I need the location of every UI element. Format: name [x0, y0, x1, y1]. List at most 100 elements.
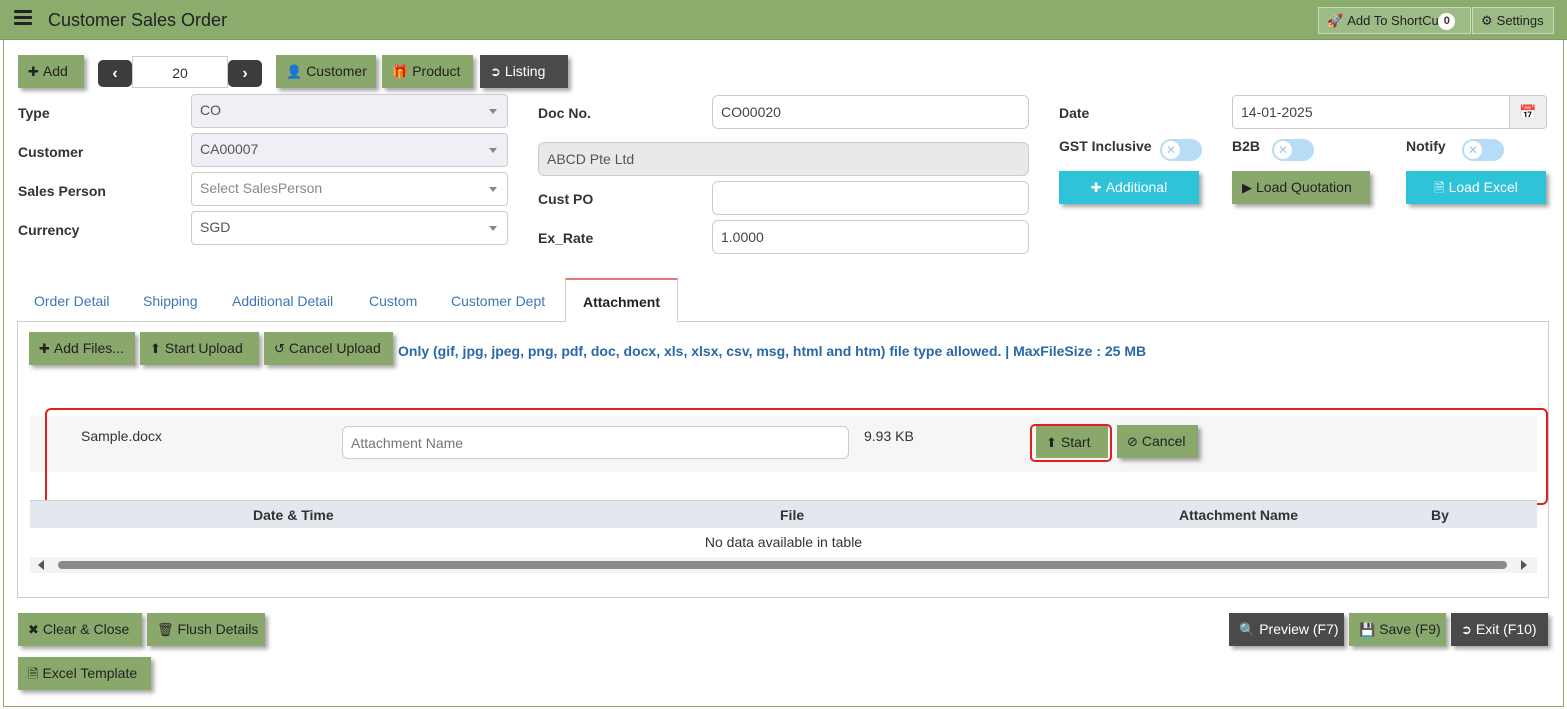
- doc-no-input[interactable]: CO00020: [712, 95, 1029, 129]
- caret-down-icon: [489, 148, 497, 153]
- column-header-date-time[interactable]: Date & Time: [253, 507, 334, 523]
- date-label: Date: [1059, 105, 1090, 121]
- add-to-shortcut-label: Add To ShortCut: [1347, 13, 1443, 28]
- add-button[interactable]: ✚ Add: [18, 55, 84, 88]
- empty-table-message: No data available in table: [30, 528, 1537, 556]
- start-upload-label: Start Upload: [164, 340, 243, 356]
- top-bar: Customer Sales Order 🚀 Add To ShortCut0 ⚙…: [0, 0, 1567, 40]
- cancel-upload-button[interactable]: ↺ Cancel Upload: [264, 332, 393, 365]
- plus-icon: ✚: [1090, 180, 1102, 195]
- load-quotation-label: Load Quotation: [1256, 179, 1352, 195]
- save-button[interactable]: 💾 Save (F9): [1349, 613, 1446, 646]
- load-quotation-button[interactable]: ▶ Load Quotation: [1232, 171, 1370, 204]
- tab-attachment[interactable]: Attachment: [565, 278, 678, 322]
- plus-icon: ✚: [28, 64, 39, 79]
- tab-customer-dept[interactable]: Customer Dept: [451, 279, 545, 323]
- scroll-left-arrow-icon[interactable]: [38, 560, 44, 570]
- close-icon: ✕: [1162, 141, 1180, 159]
- currency-value: SGD: [200, 219, 231, 235]
- scroll-right-arrow-icon[interactable]: [1521, 560, 1527, 570]
- previous-record-button[interactable]: ‹: [98, 60, 132, 87]
- tab-additional-detail[interactable]: Additional Detail: [232, 279, 333, 323]
- listing-button[interactable]: ➲ Listing: [480, 55, 568, 88]
- clear-close-button[interactable]: ✖ Clear & Close: [18, 613, 142, 646]
- file-icon: 🗎: [28, 666, 39, 681]
- sales-person-select[interactable]: Select SalesPerson: [191, 172, 508, 206]
- customer-field-label: Customer: [18, 144, 84, 160]
- excel-template-label: Excel Template: [42, 665, 138, 681]
- load-excel-button[interactable]: 🗎 Load Excel: [1406, 171, 1546, 204]
- type-label: Type: [18, 105, 50, 121]
- ex-rate-input[interactable]: 1.0000: [712, 220, 1029, 254]
- gst-inclusive-label: GST Inclusive: [1059, 138, 1152, 154]
- clear-close-label: Clear & Close: [42, 621, 130, 637]
- date-input[interactable]: 14-01-2025: [1232, 95, 1510, 129]
- column-header-attachment-name[interactable]: Attachment Name: [1179, 507, 1298, 523]
- exit-button[interactable]: ➲ Exit (F10): [1451, 613, 1548, 646]
- cust-po-input[interactable]: [712, 181, 1029, 215]
- close-icon: ✖: [28, 622, 39, 637]
- record-number-input[interactable]: 20: [132, 56, 228, 88]
- customer-select[interactable]: CA00007: [191, 133, 508, 167]
- caret-down-icon: [489, 109, 497, 114]
- close-icon: ✕: [1464, 141, 1482, 159]
- additional-button[interactable]: ✚ Additional: [1059, 171, 1199, 204]
- add-to-shortcut-button[interactable]: 🚀 Add To ShortCut0: [1318, 7, 1471, 34]
- cancel-upload-label: Cancel Upload: [288, 340, 381, 356]
- calendar-icon[interactable]: 📅: [1509, 95, 1547, 129]
- add-files-label: Add Files...: [53, 340, 124, 356]
- customer-name-field: ABCD Pte Ltd: [538, 142, 1029, 176]
- search-icon: 🔍: [1239, 622, 1256, 637]
- gift-icon: 🎁: [392, 64, 409, 79]
- b2b-label: B2B: [1232, 138, 1261, 154]
- product-label: Product: [412, 63, 461, 79]
- caret-down-icon: [489, 226, 497, 231]
- column-header-by[interactable]: By: [1431, 507, 1449, 523]
- tab-custom[interactable]: Custom: [369, 279, 417, 323]
- sign-out-icon: ➲: [1461, 622, 1472, 637]
- cust-po-label: Cust PO: [538, 191, 594, 207]
- file-type-info: Only (gif, jpg, jpeg, png, pdf, doc, doc…: [398, 343, 1147, 359]
- table-header: Date & Time File Attachment Name By: [30, 500, 1537, 528]
- flush-details-label: Flush Details: [177, 621, 259, 637]
- currency-select[interactable]: SGD: [191, 211, 508, 245]
- horizontal-scrollbar[interactable]: [30, 557, 1537, 573]
- customer-button[interactable]: 👤 Customer: [276, 55, 376, 88]
- chevron-left-icon: ‹: [112, 65, 118, 82]
- product-button[interactable]: 🎁 Product: [382, 55, 473, 88]
- excel-file-icon: 🗎: [1434, 180, 1445, 195]
- highlight-box-start-button: [1030, 424, 1112, 462]
- hamburger-menu-icon[interactable]: [14, 10, 32, 28]
- b2b-toggle[interactable]: ✕: [1272, 139, 1314, 161]
- add-files-button[interactable]: ✚ Add Files...: [29, 332, 135, 365]
- settings-button[interactable]: ⚙ Settings: [1472, 7, 1554, 34]
- additional-label: Additional: [1105, 179, 1168, 195]
- notify-label: Notify: [1406, 138, 1446, 154]
- listing-label: Listing: [504, 63, 546, 79]
- flush-details-button[interactable]: 🗑 Flush Details: [147, 613, 265, 646]
- upload-icon: ⬆: [150, 341, 161, 356]
- sign-out-icon: ➲: [490, 64, 501, 79]
- notify-toggle[interactable]: ✕: [1462, 139, 1504, 161]
- preview-button[interactable]: 🔍 Preview (F7): [1229, 613, 1344, 646]
- type-value: CO: [200, 102, 221, 118]
- user-icon: 👤: [286, 64, 303, 79]
- gst-inclusive-toggle[interactable]: ✕: [1160, 139, 1202, 161]
- doc-no-label: Doc No.: [538, 105, 591, 121]
- next-record-button[interactable]: ›: [228, 60, 262, 87]
- sales-person-label: Sales Person: [18, 183, 106, 199]
- tab-shipping[interactable]: Shipping: [143, 279, 198, 323]
- type-select[interactable]: CO: [191, 94, 508, 128]
- add-label: Add: [42, 63, 68, 79]
- sales-person-placeholder: Select SalesPerson: [200, 180, 323, 196]
- start-upload-button[interactable]: ⬆ Start Upload: [140, 332, 259, 365]
- column-header-file[interactable]: File: [780, 507, 804, 523]
- close-icon: ✕: [1274, 141, 1292, 159]
- excel-template-button[interactable]: 🗎 Excel Template: [18, 657, 151, 690]
- tab-order-detail[interactable]: Order Detail: [34, 279, 109, 323]
- undo-icon: ↺: [274, 341, 285, 356]
- plus-icon: ✚: [39, 341, 50, 356]
- load-excel-label: Load Excel: [1448, 179, 1518, 195]
- scrollbar-thumb[interactable]: [58, 561, 1507, 569]
- attachment-table: Date & Time File Attachment Name By No d…: [30, 500, 1537, 556]
